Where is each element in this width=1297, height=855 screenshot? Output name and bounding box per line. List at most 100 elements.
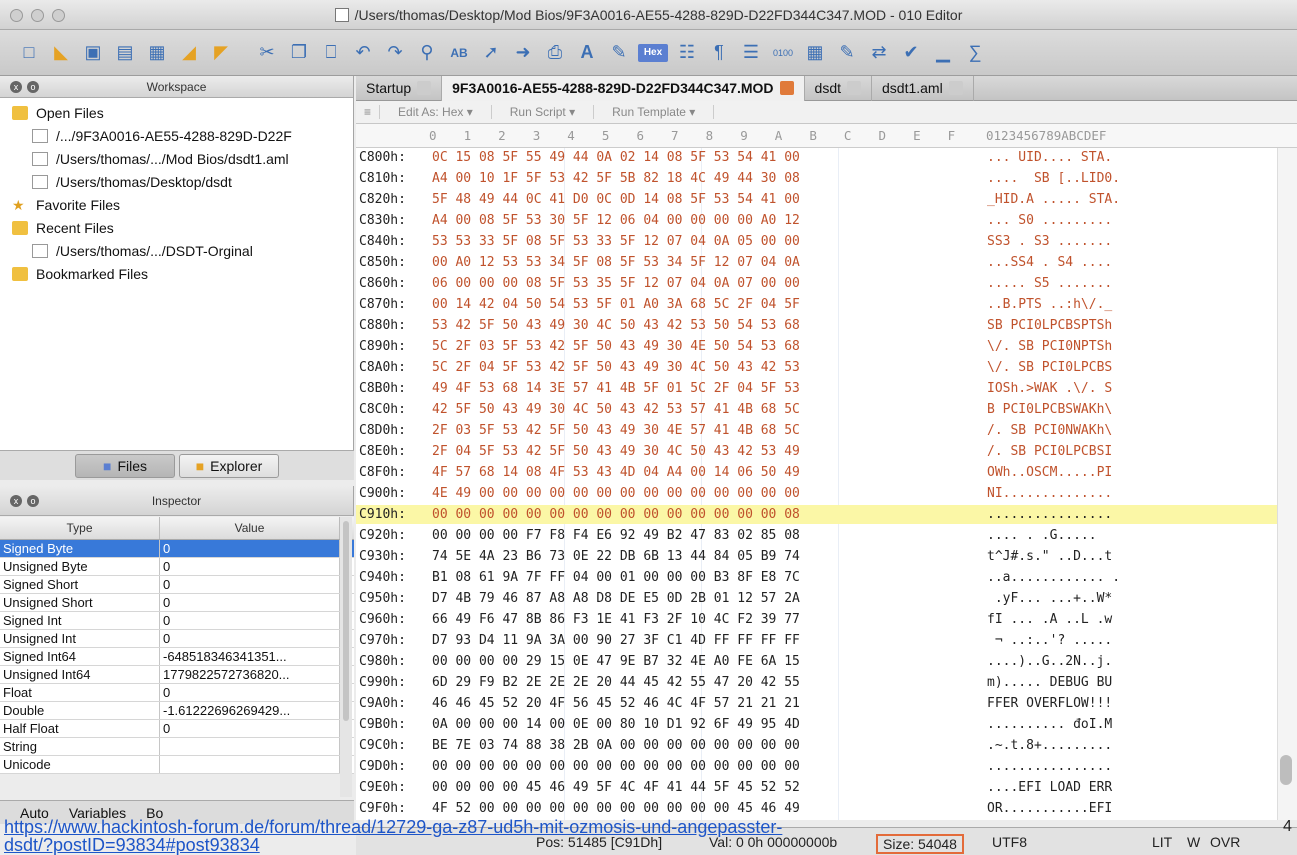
hex-row-bytes[interactable]: 4F 57 68 14 08 4F 53 43 4D 04 A4 00 14 0… — [428, 465, 973, 480]
hex-row-bytes[interactable]: 6D 29 F9 B2 2E 2E 2E 20 44 45 42 55 47 2… — [428, 675, 973, 690]
inspector-value[interactable]: -648518346341351... — [160, 648, 340, 665]
hex-row[interactable]: C900h: 4E 49 00 00 00 00 00 00 00 00 00 0… — [356, 484, 1297, 503]
hex-row[interactable]: C8A0h: 5C 2F 04 5F 53 42 5F 50 43 49 30 4… — [356, 358, 1297, 377]
file-item[interactable]: /.../9F3A0016-AE55-4288-829D-D22F — [0, 124, 353, 147]
inspector-value[interactable]: 0 — [160, 720, 340, 737]
inspector-value[interactable]: -1.61222696269429... — [160, 702, 340, 719]
close-tab-icon[interactable] — [948, 81, 963, 95]
workspace-group[interactable]: Bookmarked Files — [0, 262, 353, 285]
print-icon[interactable]: ⎙ — [542, 40, 568, 66]
inspector-row[interactable]: Unicode — [0, 756, 354, 774]
file-item[interactable]: /Users/thomas/.../Mod Bios/dsdt1.aml — [0, 147, 353, 170]
inspector-row[interactable]: Signed Byte 0 — [0, 540, 354, 558]
goto-icon[interactable]: ➚ — [478, 40, 504, 66]
calculator-icon[interactable]: ▦ — [802, 40, 828, 66]
tab-dsdt[interactable]: dsdt — [805, 75, 872, 101]
inspector-row[interactable]: Signed Int64 -648518346341351... — [0, 648, 354, 666]
hex-row[interactable]: C810h: A4 00 10 1F 5F 53 42 5F 5B 82 18 4… — [356, 169, 1297, 188]
hex-row-ascii[interactable]: ...SS4 . S4 .... — [973, 255, 1173, 270]
hex-row[interactable]: C820h: 5F 48 49 44 0C 41 D0 0C 0D 14 08 5… — [356, 190, 1297, 209]
minimize-window-button[interactable] — [31, 9, 44, 22]
inspector-value[interactable]: 0 — [160, 558, 340, 575]
hex-row-ascii[interactable]: .......... đoI.M — [973, 717, 1173, 732]
hex-row-ascii[interactable]: \/. SB PCI0NPTSh — [973, 339, 1173, 354]
inspector-value[interactable]: 0 — [160, 576, 340, 593]
hex-row-ascii[interactable]: OWh..OSCM.....PI — [973, 465, 1173, 480]
hex-row[interactable]: C850h: 00 A0 12 53 53 34 5F 08 5F 53 34 5… — [356, 253, 1297, 272]
workspace-group[interactable]: Recent Files — [0, 216, 353, 239]
hex-row[interactable]: C910h: 00 00 00 00 00 00 00 00 00 00 00 0… — [356, 505, 1297, 524]
inspector-scrollbar[interactable] — [340, 517, 352, 797]
tab-dsdt1-aml[interactable]: dsdt1.aml — [872, 75, 974, 101]
new-file-icon[interactable]: □ — [16, 40, 42, 66]
hex-row[interactable]: C8E0h: 2F 04 5F 53 42 5F 50 43 49 30 4C 5… — [356, 442, 1297, 461]
file-item[interactable]: /Users/thomas/.../DSDT-Orginal — [0, 239, 353, 262]
hex-row[interactable]: C800h: 0C 15 08 5F 55 49 44 0A 02 14 08 5… — [356, 148, 1297, 167]
hex-row[interactable]: C880h: 53 42 5F 50 43 49 30 4C 50 43 42 5… — [356, 316, 1297, 335]
inspector-value[interactable]: 0 — [160, 630, 340, 647]
hex-row-ascii[interactable]: fI ... .A ..L .w — [973, 612, 1173, 627]
hex-row-bytes[interactable]: 00 A0 12 53 53 34 5F 08 5F 53 34 5F 12 0… — [428, 255, 973, 270]
inspector-value[interactable]: 0 — [160, 612, 340, 629]
hex-row-bytes[interactable]: 5C 2F 03 5F 53 42 5F 50 43 49 30 4E 50 5… — [428, 339, 973, 354]
hex-row[interactable]: C9C0h: BE 7E 03 74 88 38 2B 0A 00 00 00 0… — [356, 736, 1297, 755]
inspector-scroll-thumb[interactable] — [343, 521, 349, 721]
inspector-row[interactable]: Signed Int 0 — [0, 612, 354, 630]
workspace-icon[interactable]: ▦ — [144, 40, 170, 66]
workspace-group[interactable]: Open Files — [0, 101, 353, 124]
hex-row-ascii[interactable]: /. SB PCI0NWAKh\ — [973, 423, 1173, 438]
hex-row[interactable]: C8D0h: 2F 03 5F 53 42 5F 50 43 49 30 4E 5… — [356, 421, 1297, 440]
replace-icon[interactable]: AB — [446, 40, 472, 66]
hex-row-ascii[interactable]: _HID.A ..... STA. — [973, 192, 1173, 207]
hex-row-bytes[interactable]: D7 4B 79 46 87 A8 A8 D8 DE E5 0D 2B 01 1… — [428, 591, 973, 606]
template-icon[interactable]: ✎ — [834, 40, 860, 66]
tab-files[interactable]: ■ Files — [75, 453, 175, 478]
hex-row[interactable]: C940h: B1 08 61 9A 7F FF 04 00 01 00 00 0… — [356, 568, 1297, 587]
hex-editor-area[interactable]: C800h: 0C 15 08 5F 55 49 44 0A 02 14 08 5… — [356, 148, 1297, 820]
hex-row-ascii[interactable]: ....)..G..2N..j. — [973, 654, 1173, 669]
inspector-value[interactable]: 0 — [160, 540, 340, 557]
float-panel-icon[interactable]: o — [27, 81, 39, 93]
hex-row-bytes[interactable]: 74 5E 4A 23 B6 73 0E 22 DB 6B 13 44 84 0… — [428, 549, 973, 564]
workspace-group[interactable]: ★ Favorite Files — [0, 193, 353, 216]
close-panel-icon[interactable]: x — [10, 495, 22, 507]
close-tab-icon[interactable] — [847, 81, 861, 95]
hex-row-bytes[interactable]: 2F 03 5F 53 42 5F 50 43 49 30 4E 57 41 4… — [428, 423, 973, 438]
hex-row-ascii[interactable]: ....EFI LOAD ERR — [973, 780, 1173, 795]
hex-row-ascii[interactable]: ¬ ..:..'? ..... — [973, 633, 1173, 648]
hex-row[interactable]: C9A0h: 46 46 45 52 20 4F 56 45 52 46 4C 4… — [356, 694, 1297, 713]
inspector-row[interactable]: Half Float 0 — [0, 720, 354, 738]
zoom-window-button[interactable] — [52, 9, 65, 22]
paste-icon[interactable]: ⎕ — [318, 40, 344, 66]
inspector-value[interactable]: 0 — [160, 684, 340, 701]
binary-icon[interactable]: 0100 — [770, 40, 796, 66]
paragraph-icon[interactable]: ¶ — [706, 40, 732, 66]
close-panel-icon[interactable]: x — [10, 81, 22, 93]
project-icon[interactable]: ◤ — [208, 40, 234, 66]
save-icon[interactable]: ▣ — [80, 40, 106, 66]
hex-row-ascii[interactable]: NI.............. — [973, 486, 1173, 501]
hex-row[interactable]: C890h: 5C 2F 03 5F 53 42 5F 50 43 49 30 4… — [356, 337, 1297, 356]
inspector-row[interactable]: Float 0 — [0, 684, 354, 702]
hex-scrollbar[interactable] — [1277, 148, 1297, 820]
hex-row-ascii[interactable]: ..... S5 ....... — [973, 276, 1173, 291]
hex-row[interactable]: C960h: 66 49 F6 47 8B 86 F3 1E 41 F3 2F 1… — [356, 610, 1297, 629]
hex-row-bytes[interactable]: B1 08 61 9A 7F FF 04 00 01 00 00 00 B3 8… — [428, 570, 973, 585]
inspector-row[interactable]: Unsigned Short 0 — [0, 594, 354, 612]
hex-row[interactable]: C8F0h: 4F 57 68 14 08 4F 53 43 4D 04 A4 0… — [356, 463, 1297, 482]
hex-row-bytes[interactable]: 46 46 45 52 20 4F 56 45 52 46 4C 4F 57 2… — [428, 696, 973, 711]
hex-row-ascii[interactable]: OR...........EFI — [973, 801, 1173, 816]
hex-row[interactable]: C9D0h: 00 00 00 00 00 00 00 00 00 00 00 0… — [356, 757, 1297, 776]
hex-row-ascii[interactable]: IOSh.>WAK .\/. S — [973, 381, 1173, 396]
hex-row-bytes[interactable]: 0A 00 00 00 14 00 0E 00 80 10 D1 92 6F 4… — [428, 717, 973, 732]
hex-row-ascii[interactable]: ... UID.... STA. — [973, 150, 1173, 165]
float-panel-icon[interactable]: o — [27, 495, 39, 507]
close-tab-icon[interactable] — [779, 81, 794, 95]
save-all-icon[interactable]: ▤ — [112, 40, 138, 66]
jump-icon[interactable]: ➜ — [510, 40, 536, 66]
tab-mod-file[interactable]: 9F3A0016-AE55-4288-829D-D22FD344C347.MOD — [442, 75, 805, 101]
hex-row[interactable]: C8B0h: 49 4F 53 68 14 3E 57 41 4B 5F 01 5… — [356, 379, 1297, 398]
hex-row-bytes[interactable]: 53 42 5F 50 43 49 30 4C 50 43 42 53 50 5… — [428, 318, 973, 333]
checksum-icon[interactable]: ✔ — [898, 40, 924, 66]
tab-startup[interactable]: Startup — [356, 75, 443, 101]
